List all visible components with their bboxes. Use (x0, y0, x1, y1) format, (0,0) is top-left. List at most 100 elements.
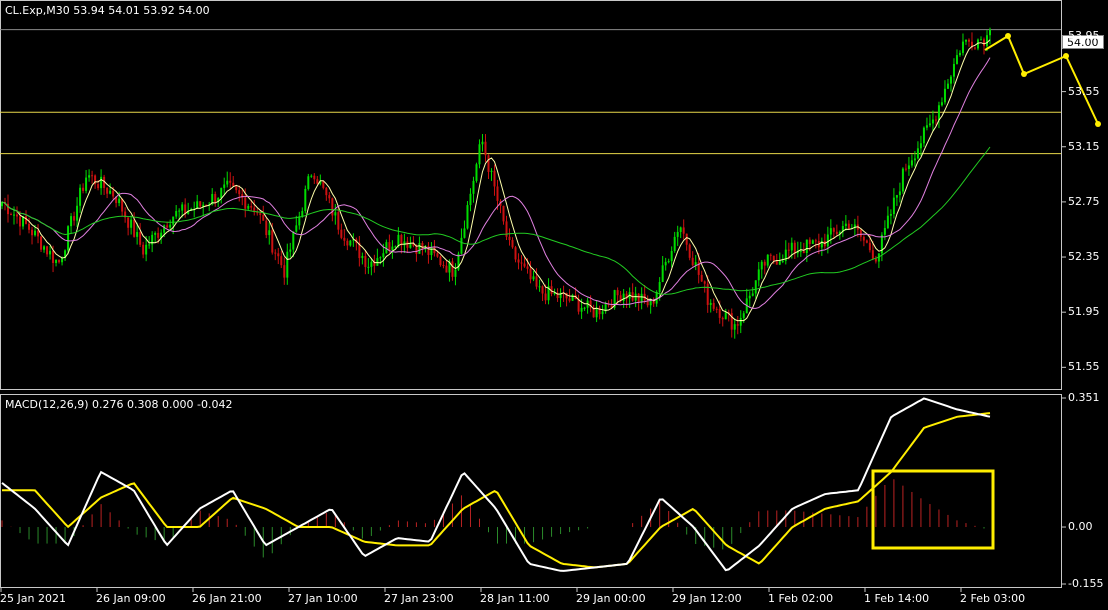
candle-body (40, 236, 43, 250)
candle-body (337, 212, 340, 230)
candle-body (871, 250, 874, 259)
candle-body (280, 256, 283, 266)
candle-body (310, 175, 313, 177)
candle-body (913, 158, 916, 161)
candle-body (106, 187, 109, 194)
candle-body (265, 220, 268, 236)
candle-body (769, 254, 772, 256)
candle-body (949, 76, 952, 84)
moving-average-line (1, 39, 991, 322)
candle-body (766, 254, 769, 266)
candle-body (229, 180, 232, 183)
candle-body (640, 293, 643, 303)
candle-body (268, 230, 271, 236)
candle-body (409, 243, 412, 248)
candle-body (736, 324, 739, 326)
macd-signal-line (2, 412, 991, 569)
price-axis-label: 53.55 (1068, 84, 1100, 98)
candle-body (163, 225, 166, 233)
candle-body (673, 236, 676, 252)
candle-body (700, 274, 703, 282)
candle-body (484, 141, 487, 156)
candle-body (982, 39, 985, 47)
candle-body (43, 246, 46, 250)
macd-axis-label: 0.00 (1068, 520, 1093, 534)
candle-body (334, 212, 337, 216)
candle-body (127, 217, 130, 228)
candle-body (49, 250, 52, 255)
candle-body (13, 214, 16, 216)
candle-body (787, 249, 790, 251)
candle-body (406, 241, 409, 248)
candle-body (361, 255, 364, 259)
candle-body (298, 216, 301, 226)
candle-body (664, 261, 667, 266)
forecast-arrow-head (1063, 53, 1069, 59)
candle-body (712, 302, 715, 309)
candle-body (904, 168, 907, 170)
candle-body (493, 170, 496, 187)
candle-body (232, 182, 235, 187)
candle-body (805, 239, 808, 253)
candle-body (376, 258, 379, 266)
candle-body (511, 240, 514, 248)
candle-body (91, 175, 94, 177)
candle-body (538, 286, 541, 288)
candle-body (931, 119, 934, 124)
candle-body (934, 119, 937, 121)
forecast-arrow-head (1095, 121, 1101, 127)
candle-body (811, 240, 814, 244)
candle-body (166, 225, 169, 228)
candle-body (454, 269, 457, 277)
time-axis-label: 1 Feb 02:00 (768, 592, 834, 605)
highlight-box (871, 469, 995, 550)
candle-body (958, 52, 961, 56)
candle-body (514, 247, 517, 260)
candle-body (691, 257, 694, 266)
candle-body (172, 216, 175, 225)
candle-body (130, 219, 133, 228)
candle-body (214, 194, 217, 203)
candle-body (826, 234, 829, 247)
candle-body (709, 302, 712, 305)
candle-body (181, 204, 184, 211)
candle-body (754, 280, 757, 294)
candle-body (415, 245, 418, 254)
candle-body (226, 180, 229, 185)
candle-body (829, 228, 832, 235)
candle-body (145, 244, 148, 255)
candle-body (907, 165, 910, 169)
time-axis-label: 29 Jan 00:00 (576, 592, 646, 605)
candle-body (496, 186, 499, 201)
candle-body (142, 244, 145, 255)
time-axis-label: 29 Jan 12:00 (672, 592, 742, 605)
candle-body (655, 292, 658, 304)
moving-average-line (1, 146, 991, 295)
candle-body (478, 144, 481, 165)
price-axis-label: 53.15 (1068, 139, 1100, 153)
candle-body (223, 184, 226, 188)
candle-body (313, 175, 316, 180)
candle-body (802, 251, 805, 253)
candle-body (916, 148, 919, 159)
candle-body (289, 249, 292, 252)
candle-body (34, 230, 37, 236)
candle-body (286, 251, 289, 278)
candle-body (952, 63, 955, 77)
candle-body (844, 223, 847, 227)
candle-body (385, 242, 388, 254)
candle-body (529, 268, 532, 280)
candle-body (250, 205, 253, 208)
candle-body (28, 223, 31, 230)
candle-body (718, 309, 721, 318)
candle-body (772, 255, 775, 261)
candle-body (394, 246, 397, 248)
candle-body (481, 141, 484, 145)
candle-body (520, 262, 523, 264)
candle-body (322, 181, 325, 188)
candle-body (463, 228, 466, 238)
candle-body (16, 214, 19, 217)
candle-body (325, 187, 328, 196)
candle-body (487, 155, 490, 172)
candle-body (703, 281, 706, 284)
